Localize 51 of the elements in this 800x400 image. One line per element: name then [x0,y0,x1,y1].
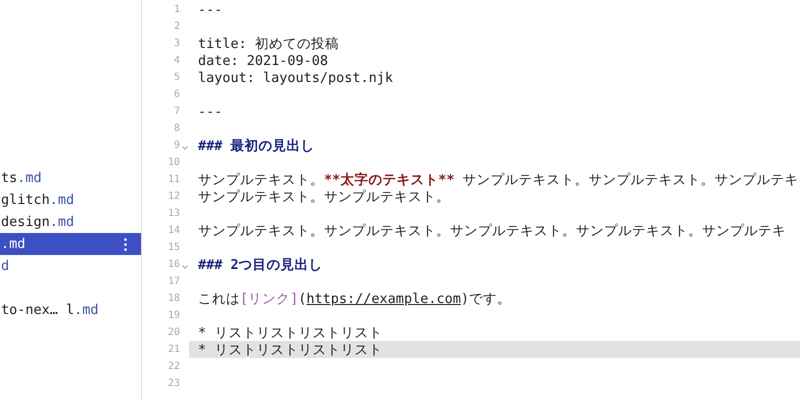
line-number: 16 [168,259,180,270]
line-number: 2 [174,21,180,32]
line-number: 23 [168,378,180,389]
file-item[interactable]: glitch.md [0,189,141,211]
line-number: 17 [168,276,180,287]
line-number: 5 [174,72,180,83]
code-text: --- [198,104,222,120]
heading-text: ### 最初の見出し [198,136,315,154]
file-item[interactable]: to-nex… l.md [0,299,141,321]
code-text: --- [198,2,222,18]
line-number: 13 [168,208,180,219]
code-text: * リストリストリストリスト [198,324,382,342]
line-number: 9 [174,140,180,151]
code-text: date: 2021-09-08 [198,52,328,68]
line-number: 3 [174,38,180,49]
line-number: 21 [168,344,180,355]
code-text: サンプルテキスト。サンプルテキスト。サンプルテキスト。サンプルテキスト。サンプルテキ [198,222,786,240]
line-number: 7 [174,106,180,117]
code-text: ( [298,290,306,306]
fold-chevron-icon[interactable] [182,146,188,150]
line-number: 10 [168,157,180,168]
line-number: 11 [168,174,180,185]
heading-text: ### 2つ目の見出し [198,256,323,274]
line-number: 19 [168,310,180,321]
fold-chevron-icon[interactable] [182,265,188,269]
file-item[interactable]: d [0,255,141,277]
line-number: 12 [168,191,180,202]
line-number: 14 [168,225,180,236]
more-icon[interactable] [124,238,127,250]
line-number: 22 [168,361,180,372]
code-text: サンプルテキスト。サンプルテキスト。 [198,188,450,206]
link-text: [リンク] [240,290,298,308]
line-number: 8 [174,123,180,134]
line-number: 18 [168,293,180,304]
code-text: サンプルテキスト。サンプルテキスト。サンプルテキ [462,170,799,188]
code-text: サンプルテキスト。 [198,170,324,188]
line-number: 1 [174,4,180,15]
url-link[interactable]: https://example.com [306,290,461,306]
line-number: 6 [174,89,180,100]
line-number: 15 [168,242,180,253]
code-text: これは [198,290,240,308]
code-text: layout: layouts/post.njk [198,70,394,86]
line-number: 4 [174,55,180,66]
code-text: title: 初めての投稿 [198,34,339,52]
line-number: 20 [168,327,180,338]
file-item[interactable]: .md [0,233,141,255]
file-item[interactable]: ts.md [0,167,141,189]
code-text: )です。 [460,290,511,308]
bold-text: **太字のテキスト** [324,170,455,188]
file-item[interactable]: design.md [0,211,141,233]
code-text: * リストリストリストリスト [198,340,382,358]
